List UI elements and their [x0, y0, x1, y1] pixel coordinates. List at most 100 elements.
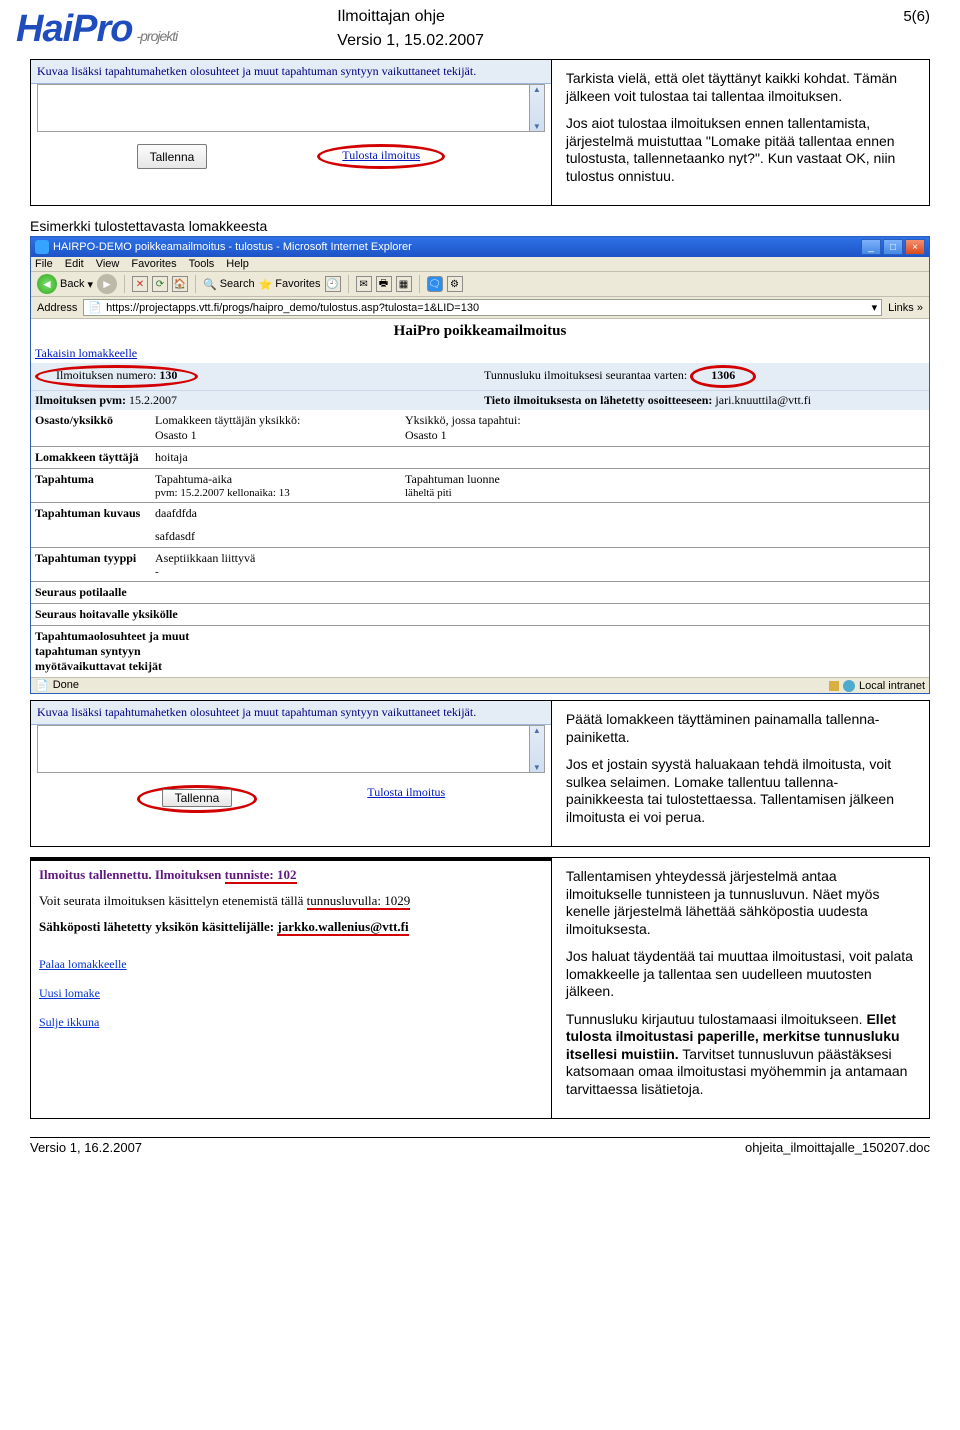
window-title: HAIRPO-DEMO poikkeamailmoitus - tulostus… [53, 241, 412, 253]
browser-content: HaiPro poikkeamailmoitus Takaisin lomakk… [31, 323, 929, 677]
header-center: Ilmoittajan ohje Versio 1, 15.02.2007 [337, 8, 484, 50]
footer-version: Versio 1, 16.2.2007 [30, 1140, 142, 1155]
links-label[interactable]: Links » [888, 302, 923, 314]
row-tayttaja: Lomakkeen täyttäjä hoitaja [31, 447, 929, 469]
menu-favorites[interactable]: Favorites [131, 258, 176, 270]
mail-icon[interactable]: ✉ [356, 276, 372, 292]
textarea-scrollbar-2[interactable]: ▲ ▼ [530, 725, 545, 773]
para-1-2: Jos aiot tulostaa ilmoituksen ennen tall… [566, 115, 915, 185]
search-button[interactable]: 🔍 Search [203, 278, 255, 291]
menu-tools[interactable]: Tools [189, 258, 215, 270]
messenger-icon[interactable]: 🗨 [427, 276, 443, 292]
osasto-mid1: Lomakkeen täyttäjän yksikkö: [155, 413, 405, 428]
tapahtuma-label: Tapahtuma [35, 472, 155, 499]
description-textarea-2[interactable] [37, 725, 530, 773]
stop-icon[interactable]: ✕ [132, 276, 148, 292]
ilmoitus-pvm-value: 15.2.2007 [129, 393, 177, 407]
instruction-row-2: Kuvaa lisäksi tapahtumahetken olosuhteet… [30, 700, 930, 847]
highlight-circle: Tulosta ilmoitus [317, 144, 445, 169]
url-icon: 📄 [88, 301, 102, 314]
screenshot-form-1: Kuvaa lisäksi tapahtumahetken olosuhteet… [31, 60, 552, 205]
highlight-oval-ilmoitus-numero: Ilmoituksen numero: 130 [35, 365, 198, 388]
favorites-button[interactable]: ⭐ Favorites [259, 278, 321, 291]
minimize-button[interactable]: _ [861, 239, 881, 255]
scroll-up-icon[interactable]: ▲ [530, 85, 544, 94]
address-input[interactable]: 📄 https://projectapps.vtt.fi/progs/haipr… [83, 299, 882, 316]
lock-icon [829, 681, 839, 691]
save-button-2[interactable]: Tallenna [162, 789, 233, 807]
scroll-down-icon-2[interactable]: ▼ [530, 763, 544, 772]
back-label: Back [60, 278, 84, 290]
scroll-up-icon-2[interactable]: ▲ [530, 726, 544, 735]
row-tapahtuma: Tapahtuma Tapahtuma-aika pvm: 15.2.2007 … [31, 469, 929, 503]
email-value: jari.knuuttila@vtt.fi [715, 393, 811, 407]
browser-titlebar: HAIRPO-DEMO poikkeamailmoitus - tulostus… [31, 237, 929, 257]
para-3-3: Tunnusluku kirjautuu tulostamaasi ilmoit… [566, 1011, 915, 1099]
history-icon[interactable]: 🕘 [325, 276, 341, 292]
highlight-oval-tunnusluku: 1306 [690, 365, 756, 388]
form-instruction-text: Kuvaa lisäksi tapahtumahetken olosuhteet… [31, 60, 551, 84]
instruction-row-3: Ilmoitus tallennettu. Ilmoituksen tunnis… [30, 857, 930, 1119]
toolbar-icon[interactable]: ⚙ [447, 276, 463, 292]
status-left-icon: 📄 [35, 679, 49, 692]
seuraus-yks-label: Seuraus hoitavalle yksikölle [35, 607, 215, 622]
para-3-1: Tallentamisen yhteydessä järjestelmä ant… [566, 868, 915, 938]
ilmoitus-numero-value: 130 [159, 368, 177, 382]
back-to-form-link[interactable]: Takaisin lomakkeelle [31, 344, 929, 363]
row-seuraus-potilaalle: Seuraus potilaalle [31, 582, 929, 604]
conf-tunnusluku: tunnusluvulla: 1029 [307, 893, 411, 910]
link-uusi-lomake[interactable]: Uusi lomake [39, 986, 543, 1001]
textarea-scrollbar[interactable]: ▲ ▼ [530, 84, 545, 132]
tunnusluku-label: Tunnusluku ilmoituksesi seurantaa varten… [484, 368, 687, 382]
link-sulje-ikkuna[interactable]: Sulje ikkuna [39, 1015, 543, 1030]
save-button[interactable]: Tallenna [137, 144, 208, 169]
description-textarea[interactable] [37, 84, 530, 132]
para-1-1: Tarkista vielä, että olet täyttänyt kaik… [566, 70, 915, 105]
row-seuraus-yksikolle: Seuraus hoitavalle yksikölle [31, 604, 929, 626]
screenshot-form-2: Kuvaa lisäksi tapahtumahetken olosuhteet… [31, 701, 552, 846]
logo-text: HaiPro [16, 8, 132, 50]
tayttaja-value: hoitaja [155, 450, 405, 465]
browser-statusbar: 📄 Done Local intranet [31, 677, 929, 693]
instruction-text-1: Tarkista vielä, että olet täyttänyt kaik… [552, 60, 929, 205]
browser-addressbar: Address 📄 https://projectapps.vtt.fi/pro… [31, 297, 929, 319]
menu-file[interactable]: File [35, 258, 53, 270]
print-icon[interactable]: 🖶 [376, 276, 392, 292]
link-palaa-lomakkeelle[interactable]: Palaa lomakkeelle [39, 957, 543, 972]
home-icon[interactable]: 🏠 [172, 276, 188, 292]
tapahtuma-mid2: pvm: 15.2.2007 kellonaika: 13 [155, 487, 405, 499]
page-footer: Versio 1, 16.2.2007 ohjeita_ilmoittajall… [30, 1137, 930, 1155]
doc-version: Versio 1, 15.02.2007 [337, 32, 484, 50]
doc-title: Ilmoittajan ohje [337, 8, 484, 26]
highlight-circle-save: Tallenna [137, 785, 258, 813]
osasto-right1: Yksikkö, jossa tapahtui: [405, 413, 925, 428]
zone-icon [843, 680, 855, 692]
row-tyyppi: Tapahtuman tyyppi Aseptiikkaan liittyvä … [31, 548, 929, 582]
example-subtitle: Esimerkki tulostettavasta lomakkeesta [30, 218, 930, 234]
back-button[interactable]: ◄Back ▾ [37, 274, 93, 294]
addr-dropdown-icon[interactable]: ▾ [872, 301, 878, 314]
row-osasto: Osasto/yksikkö Lomakkeen täyttäjän yksik… [31, 410, 929, 447]
menu-edit[interactable]: Edit [65, 258, 84, 270]
conf-tunniste: tunniste: 102 [225, 867, 297, 884]
osasto-mid2: Osasto 1 [155, 428, 405, 443]
menu-help[interactable]: Help [226, 258, 249, 270]
kuvaus-label: Tapahtuman kuvaus [35, 506, 155, 544]
refresh-icon[interactable]: ⟳ [152, 276, 168, 292]
tyyppi-val: Aseptiikkaan liittyvä [155, 551, 405, 566]
instruction-text-2: Päätä lomakkeen täyttäminen painamalla t… [552, 701, 929, 846]
status-done: Done [53, 679, 79, 692]
forward-button[interactable]: ► [97, 274, 117, 294]
print-link[interactable]: Tulosta ilmoitus [342, 148, 420, 162]
instruction-row-1: Kuvaa lisäksi tapahtumahetken olosuhteet… [30, 59, 930, 206]
page-number: 5(6) [903, 8, 930, 25]
tunnusluku-value: 1306 [711, 368, 735, 382]
email-label: Tieto ilmoituksesta on lähetetty osoitte… [484, 393, 712, 407]
close-button[interactable]: × [905, 239, 925, 255]
scroll-down-icon[interactable]: ▼ [530, 122, 544, 131]
maximize-button[interactable]: □ [883, 239, 903, 255]
print-link-2[interactable]: Tulosta ilmoitus [367, 785, 445, 813]
tapahtuma-right2: läheltä piti [405, 487, 925, 499]
edit-icon[interactable]: ▦ [396, 276, 412, 292]
menu-view[interactable]: View [96, 258, 120, 270]
